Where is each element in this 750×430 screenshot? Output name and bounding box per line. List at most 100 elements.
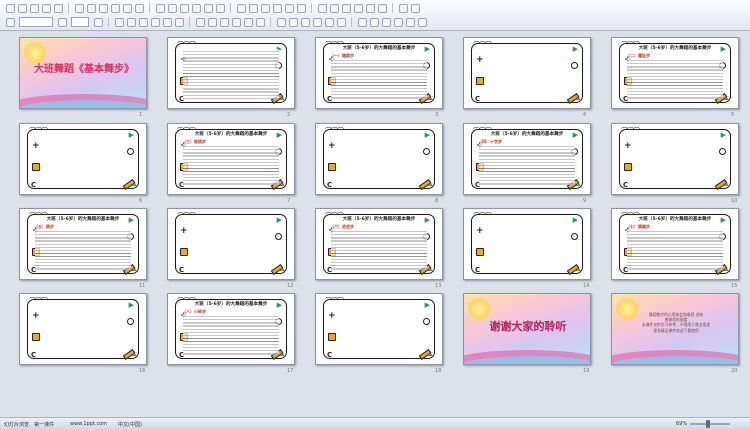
toolbar-button-icon[interactable] xyxy=(179,3,189,13)
slide-canvas[interactable]: ⌒⌒⌒+C▶≈ xyxy=(315,123,443,195)
slide-thumbnail[interactable]: ⌒⌒⌒ + C ▶ ≈12 xyxy=(167,208,295,289)
slide-thumbnail[interactable]: 谢谢大家的聆听 19 xyxy=(463,293,591,374)
toolbar-button-icon[interactable] xyxy=(377,3,387,13)
toolbar-button-icon[interactable] xyxy=(57,17,67,27)
toolbar-button-icon[interactable] xyxy=(369,17,379,27)
slide-canvas[interactable]: ⌒⌒⌒+C▶≈ xyxy=(315,293,443,365)
toolbar-button-icon[interactable] xyxy=(138,17,148,27)
toolbar-button-icon[interactable] xyxy=(381,17,391,27)
slide-canvas[interactable]: ⌒⌒⌒+C▶≈大班（5-6岁）的大舞蹈的基本舞步（四）十字步 xyxy=(463,123,591,195)
toolbar-button-icon[interactable] xyxy=(324,17,334,27)
toolbar-button-icon[interactable] xyxy=(162,17,172,27)
toolbar-button-icon[interactable] xyxy=(255,17,265,27)
toolbar-button-icon[interactable] xyxy=(405,17,415,27)
slide-canvas[interactable]: ⌒⌒⌒+C▶≈ xyxy=(19,123,147,195)
slide-thumbnail[interactable]: ⌒⌒⌒+C▶≈大班（5-6岁）的大舞蹈的基本舞步（八）小碎步 17 xyxy=(167,293,295,374)
toolbar-button-icon[interactable] xyxy=(98,3,108,13)
slide-canvas[interactable]: ⌒⌒⌒+C▶≈ xyxy=(463,208,591,280)
toolbar-button-icon[interactable] xyxy=(260,3,270,13)
slide-canvas[interactable]: ⌒⌒⌒+C▶≈ xyxy=(167,208,295,280)
slide-canvas[interactable]: 舞蹈教学的心得体会和收获 总结 感谢您的观看 本课件仅供学习参考，不得用于商业用… xyxy=(611,293,739,365)
toolbar-button-icon[interactable] xyxy=(215,3,225,13)
slide-canvas[interactable]: 谢谢大家的聆听 xyxy=(463,293,591,365)
slide-thumbnail[interactable]: ⌒⌒⌒+C▶≈大班（5-6岁）的大舞蹈的基本舞步（一）踏跳步 3 xyxy=(315,37,443,118)
toolbar-button-icon[interactable] xyxy=(53,3,63,13)
slide-canvas[interactable]: ⌒⌒⌒+C▶≈大班（5-6岁）的大舞蹈的基本舞步（六）进退步 xyxy=(315,208,443,280)
zoom-slider[interactable] xyxy=(690,423,730,425)
slide-thumbnail[interactable]: 大班舞蹈《基本舞步》 1 xyxy=(19,37,147,118)
toolbar-button-icon[interactable] xyxy=(114,17,124,27)
toolbar-button-icon[interactable] xyxy=(5,3,15,13)
toolbar-button-icon[interactable] xyxy=(29,3,39,13)
toolbar-button-icon[interactable] xyxy=(243,17,253,27)
toolbar-button-icon[interactable] xyxy=(74,3,84,13)
toolbar-button-icon[interactable] xyxy=(398,3,408,13)
toolbar-button-icon[interactable] xyxy=(353,3,363,13)
slide-thumbnail[interactable]: ⌒⌒⌒+C▶≈大班（5-6岁）的大舞蹈的基本舞步（二）踵趾步 5 xyxy=(611,37,739,118)
toolbar-button-icon[interactable] xyxy=(393,17,403,27)
slide-canvas[interactable]: ⌒⌒⌒+C▶≈大班（5-6岁）的大舞蹈的基本舞步（二）踵趾步 xyxy=(611,37,739,109)
toolbar-button-icon[interactable] xyxy=(284,3,294,13)
slide-thumbnail[interactable]: ⌒⌒⌒ + C ▶ ≈16 xyxy=(19,293,147,374)
toolbar-button-icon[interactable] xyxy=(417,17,427,27)
toolbar-button-icon[interactable] xyxy=(174,17,184,27)
toolbar-button-icon[interactable] xyxy=(288,17,298,27)
font-size-select[interactable] xyxy=(71,17,89,27)
slide-thumbnail[interactable]: ⌒⌒⌒ + C ▶ ≈14 xyxy=(463,208,591,289)
toolbar-button-icon[interactable] xyxy=(336,17,346,27)
toolbar-button-icon[interactable] xyxy=(317,3,327,13)
slide-thumbnail[interactable]: ⌒⌒⌒ + C ▶ ≈10 xyxy=(611,123,739,204)
slide-thumbnail[interactable]: ⌒⌒⌒ + C ▶ ≈18 xyxy=(315,293,443,374)
toolbar-button-icon[interactable] xyxy=(357,17,367,27)
slide-thumbnail[interactable]: ⌒⌒⌒+C▶≈大班（5-6岁）的大舞蹈的基本舞步（七）跳踢步 15 xyxy=(611,208,739,289)
toolbar-button-icon[interactable] xyxy=(203,3,213,13)
toolbar-button-icon[interactable] xyxy=(207,17,217,27)
slide-canvas[interactable]: ⌒⌒⌒+C▶≈大班（5-6岁）的大舞蹈的基本舞步（一）踏跳步 xyxy=(315,37,443,109)
toolbar-button-icon[interactable] xyxy=(365,3,375,13)
toolbar-button-icon[interactable] xyxy=(231,17,241,27)
slide-thumbnail[interactable]: ⌒⌒⌒+C▶≈大班（5-6岁）的大舞蹈的基本舞步（五）跳步 11 xyxy=(19,208,147,289)
slide-canvas[interactable]: ⌒⌒⌒+C▶≈ xyxy=(611,123,739,195)
slide-canvas[interactable]: ⌒⌒⌒+C▶≈大班（5-6岁）的大舞蹈的基本舞步（八）小碎步 xyxy=(167,293,295,365)
toolbar-button-icon[interactable] xyxy=(341,3,351,13)
toolbar-button-icon[interactable] xyxy=(276,17,286,27)
toolbar-button-icon[interactable] xyxy=(410,3,420,13)
toolbar-button-icon[interactable] xyxy=(312,17,322,27)
toolbar-button-icon[interactable] xyxy=(150,17,160,27)
toolbar-button-icon[interactable] xyxy=(41,3,51,13)
slide-canvas[interactable]: ⌒⌒⌒+C▶≈ xyxy=(19,293,147,365)
toolbar-button-icon[interactable] xyxy=(272,3,282,13)
toolbar-button-icon[interactable] xyxy=(126,17,136,27)
slide-canvas[interactable]: 大班舞蹈《基本舞步》 xyxy=(19,37,147,109)
toolbar-button-icon[interactable] xyxy=(155,3,165,13)
slide-thumbnail[interactable]: 舞蹈教学的心得体会和收获 总结 感谢您的观看 本课件仅供学习参考，不得用于商业用… xyxy=(611,293,739,374)
toolbar-button-icon[interactable] xyxy=(191,3,201,13)
toolbar-button-icon[interactable] xyxy=(17,3,27,13)
slide-canvas[interactable]: ⌒⌒⌒+C▶≈大班（5-6岁）的大舞蹈的基本舞步（三）跑跳步 xyxy=(167,123,295,195)
slide-thumbnail[interactable]: ⌒⌒⌒+C▶≈ 2 xyxy=(167,37,295,118)
toolbar-button-icon[interactable] xyxy=(86,3,96,13)
slide-canvas[interactable]: ⌒⌒⌒+C▶≈ xyxy=(167,37,295,109)
toolbar-button-icon[interactable] xyxy=(93,17,103,27)
font-name-select[interactable] xyxy=(19,17,53,27)
toolbar-button-icon[interactable] xyxy=(195,17,205,27)
toolbar-button-icon[interactable] xyxy=(219,17,229,27)
slide-thumbnail[interactable]: ⌒⌒⌒ + C ▶ ≈4 xyxy=(463,37,591,118)
slide-thumbnail[interactable]: ⌒⌒⌒+C▶≈大班（5-6岁）的大舞蹈的基本舞步（三）跑跳步 7 xyxy=(167,123,295,204)
toolbar-button-icon[interactable] xyxy=(248,3,258,13)
toolbar-button-icon[interactable] xyxy=(167,3,177,13)
toolbar-button-icon[interactable] xyxy=(296,3,306,13)
slide-thumbnail[interactable]: ⌒⌒⌒+C▶≈大班（5-6岁）的大舞蹈的基本舞步（四）十字步 9 xyxy=(463,123,591,204)
zoom-slider-knob[interactable] xyxy=(706,420,710,428)
toolbar-button-icon[interactable] xyxy=(236,3,246,13)
slide-thumbnail[interactable]: ⌒⌒⌒ + C ▶ ≈6 xyxy=(19,123,147,204)
toolbar-button-icon[interactable] xyxy=(329,3,339,13)
slide-canvas[interactable]: ⌒⌒⌒+C▶≈大班（5-6岁）的大舞蹈的基本舞步（七）跳踢步 xyxy=(611,208,739,280)
slide-canvas[interactable]: ⌒⌒⌒+C▶≈大班（5-6岁）的大舞蹈的基本舞步（五）跳步 xyxy=(19,208,147,280)
slide-thumbnail[interactable]: ⌒⌒⌒+C▶≈大班（5-6岁）的大舞蹈的基本舞步（六）进退步 13 xyxy=(315,208,443,289)
toolbar-button-icon[interactable] xyxy=(134,3,144,13)
toolbar-button-icon[interactable] xyxy=(300,17,310,27)
slide-thumbnail[interactable]: ⌒⌒⌒ + C ▶ ≈8 xyxy=(315,123,443,204)
toolbar-button-icon[interactable] xyxy=(110,3,120,13)
toolbar-button-icon[interactable] xyxy=(5,17,15,27)
